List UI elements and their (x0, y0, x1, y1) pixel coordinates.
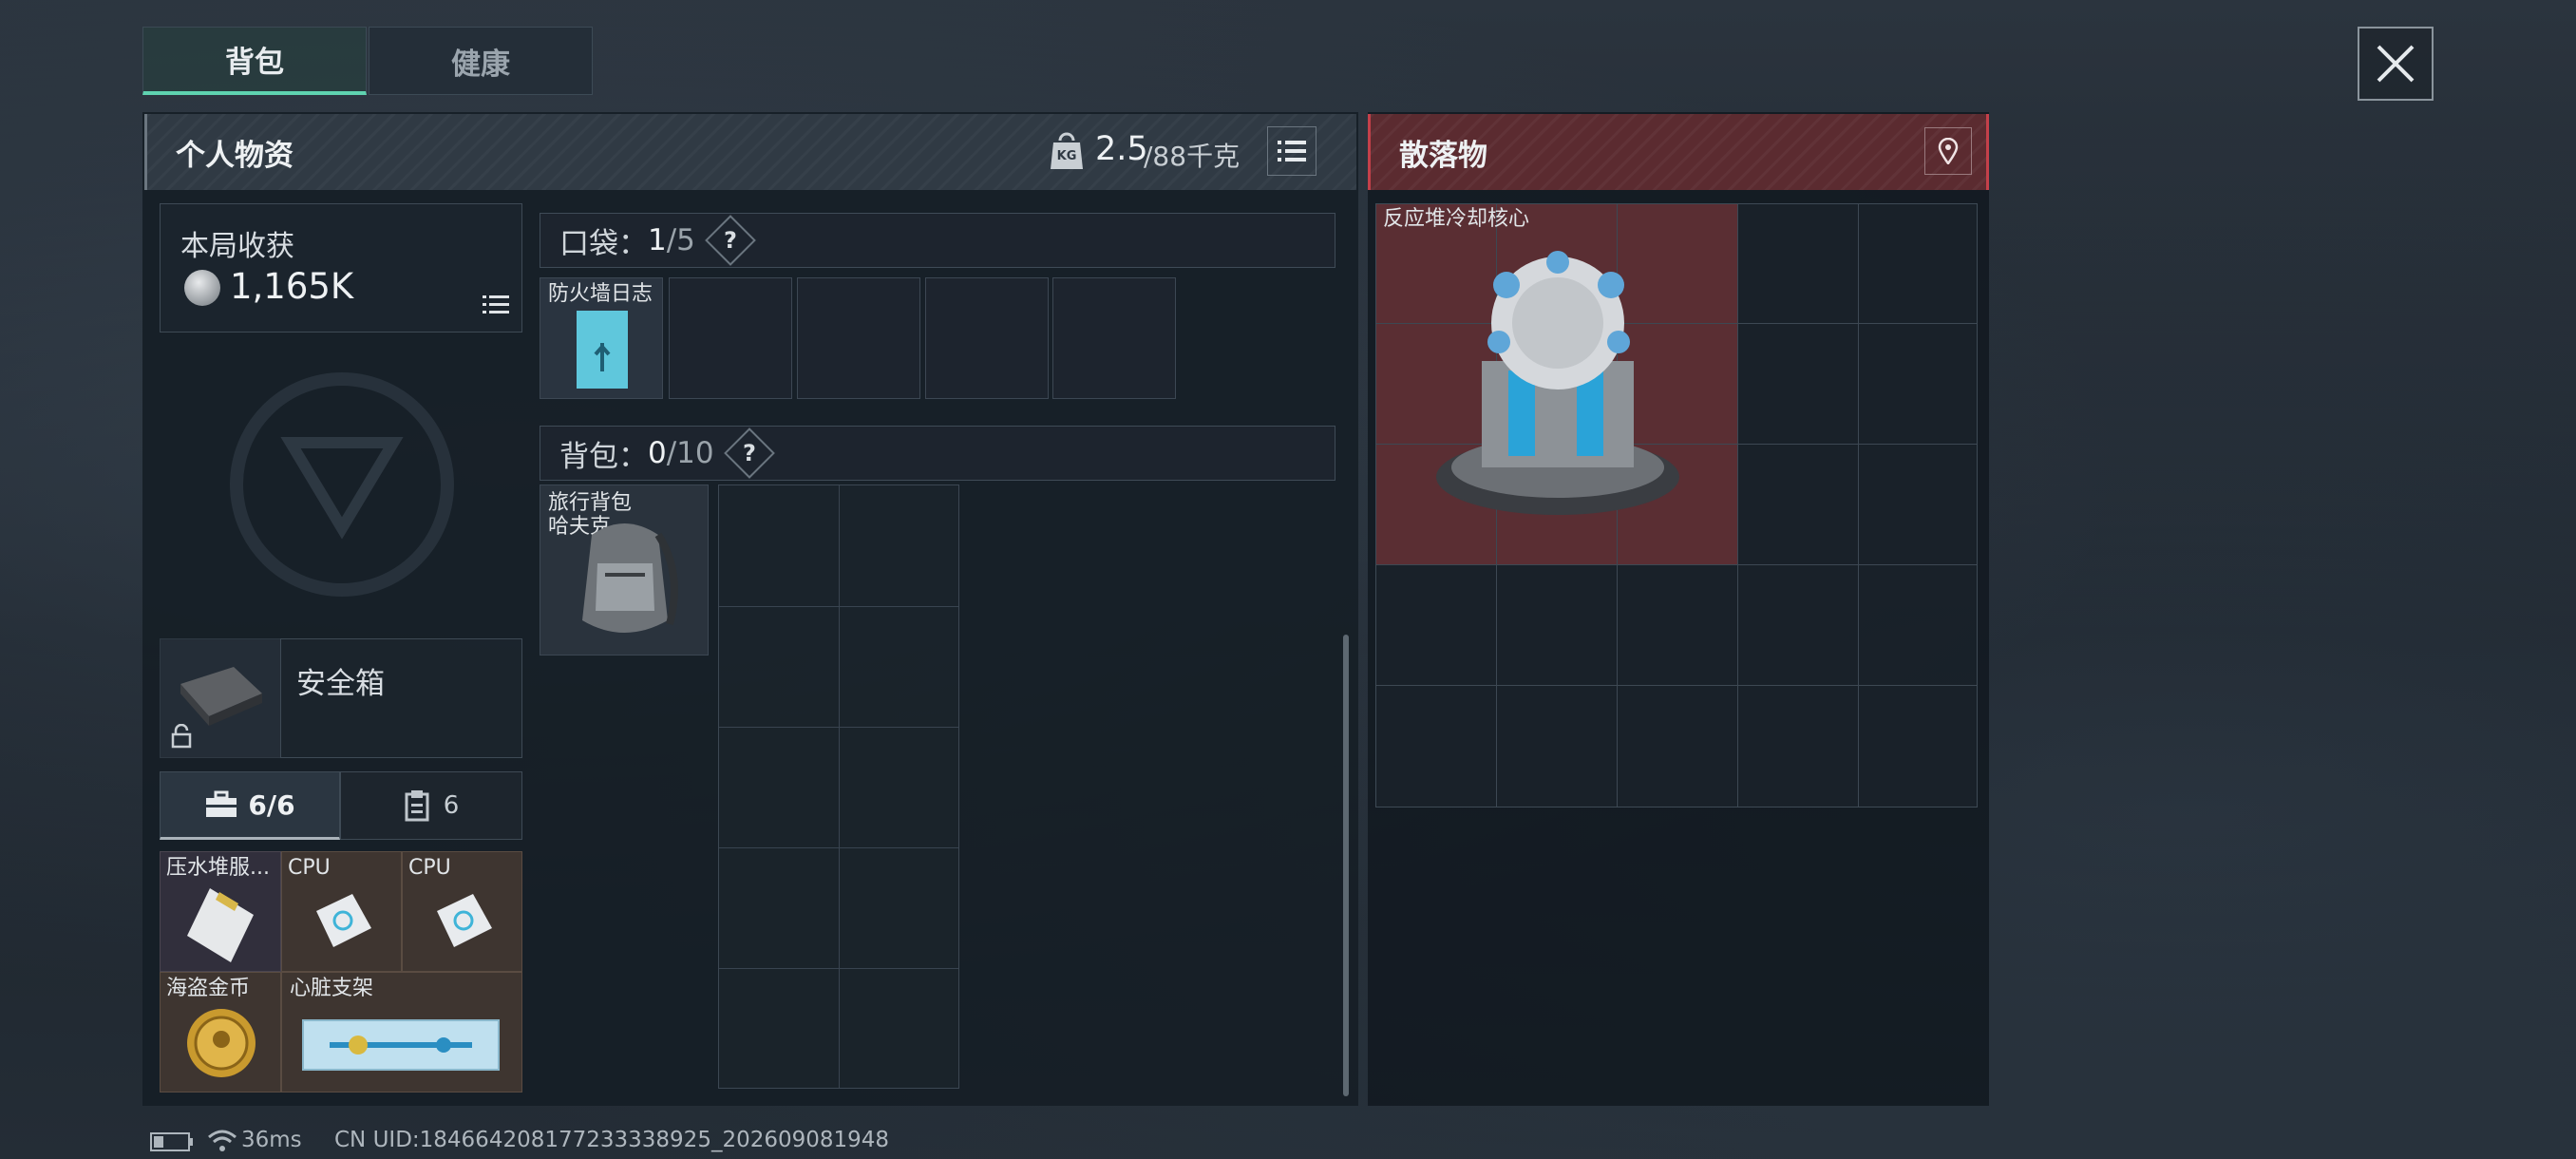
pocket-slot[interactable] (925, 277, 1049, 399)
earnings-label: 本局收获 (180, 230, 294, 263)
safe-item-name: 压水堆服... (166, 856, 270, 880)
clipboard-icon (405, 790, 429, 822)
safe-item-name: CPU (288, 856, 331, 880)
pocket-slot[interactable] (669, 277, 792, 399)
reactor-core-icon (1436, 251, 1679, 515)
tab-health[interactable]: 健康 (369, 27, 593, 95)
safe-item-cell[interactable]: 心脏支架 (281, 972, 522, 1092)
grid-divider (1376, 685, 1977, 686)
ping-value: 36ms (241, 1128, 302, 1152)
close-button[interactable] (2358, 27, 2434, 101)
backpack-count: 0 (648, 436, 667, 470)
backpack-equip-slot[interactable]: 旅行背包 哈夫克 (540, 484, 709, 656)
grid-divider (1858, 204, 1859, 807)
coin-icon (184, 270, 220, 306)
safe-item-cell[interactable]: CPU (402, 851, 522, 972)
backpack-grid (718, 484, 959, 1089)
safe-item-name: 海盗金币 (166, 977, 251, 1000)
close-icon (2377, 45, 2415, 83)
safe-item-name: 心脏支架 (290, 977, 374, 1000)
pocket-label: 口袋： (559, 226, 648, 261)
cpu-icon (316, 894, 371, 947)
pocket-item-name: 防火墙日志 (548, 282, 653, 306)
gold-coin-icon (187, 1009, 256, 1077)
weight-current: 2.5 (1095, 130, 1148, 168)
pocket-header: 口袋： 1 /5 ? (540, 213, 1335, 268)
backpack-help-button[interactable]: ? (723, 428, 775, 479)
map-pin-icon (1938, 138, 1959, 164)
wifi-icon (208, 1130, 237, 1151)
backpack-icon (582, 523, 678, 633)
tab-cases-count: 6 (443, 791, 460, 820)
list-icon (1278, 141, 1306, 162)
backpack-header: 背包： 0 /10 ? (540, 426, 1335, 481)
safebox-label: 安全箱 (296, 667, 385, 701)
scrollbar[interactable] (1343, 635, 1349, 1096)
weight-icon-text: KG (1056, 149, 1077, 163)
clothing-pack-icon (187, 888, 254, 962)
pocket-help-button[interactable]: ? (705, 215, 756, 266)
list-view-button[interactable] (1267, 126, 1316, 176)
battery-icon (150, 1132, 193, 1151)
personal-title: 个人物资 (176, 139, 294, 173)
grid-divider (1376, 564, 1977, 565)
pocket-count: 1 (648, 223, 667, 257)
pocket-capacity: /5 (666, 223, 695, 257)
help-icon: ? (723, 226, 737, 254)
tab-tools[interactable]: 6/6 (160, 771, 340, 840)
stent-icon (302, 1019, 500, 1071)
list-icon (483, 295, 509, 314)
firewall-log-icon (577, 311, 628, 389)
pocket-slot[interactable] (797, 277, 920, 399)
safe-item-cell[interactable]: CPU (281, 851, 402, 972)
tab-cases[interactable]: 6 (340, 771, 522, 840)
backpack-capacity: /10 (666, 436, 714, 470)
weight-max: /88千克 (1144, 141, 1241, 172)
earnings-details-button[interactable] (483, 294, 509, 319)
toolbox-icon (206, 790, 237, 817)
uid-text: CN UID:184664208177233338925_20260908194… (334, 1128, 890, 1152)
pocket-slot[interactable]: 防火墙日志 (540, 277, 663, 399)
pocket-slot[interactable] (1052, 277, 1176, 399)
lock-icon (171, 723, 192, 752)
safe-item-cell[interactable]: 海盗金币 (160, 972, 281, 1092)
help-icon: ? (742, 439, 756, 466)
tab-tools-count: 6/6 (248, 788, 295, 821)
safe-item-name: CPU (408, 856, 451, 880)
grid-divider (1737, 204, 1738, 807)
earnings-value: 1,165K (230, 266, 354, 307)
safe-item-cell[interactable]: 压水堆服... (160, 851, 281, 972)
emblem-watermark (230, 372, 454, 597)
cpu-icon (437, 894, 492, 947)
backpack-label: 背包： (559, 439, 648, 474)
tab-backpack[interactable]: 背包 (142, 27, 367, 95)
loot-title: 散落物 (1399, 139, 1487, 173)
locate-button[interactable] (1924, 127, 1972, 175)
